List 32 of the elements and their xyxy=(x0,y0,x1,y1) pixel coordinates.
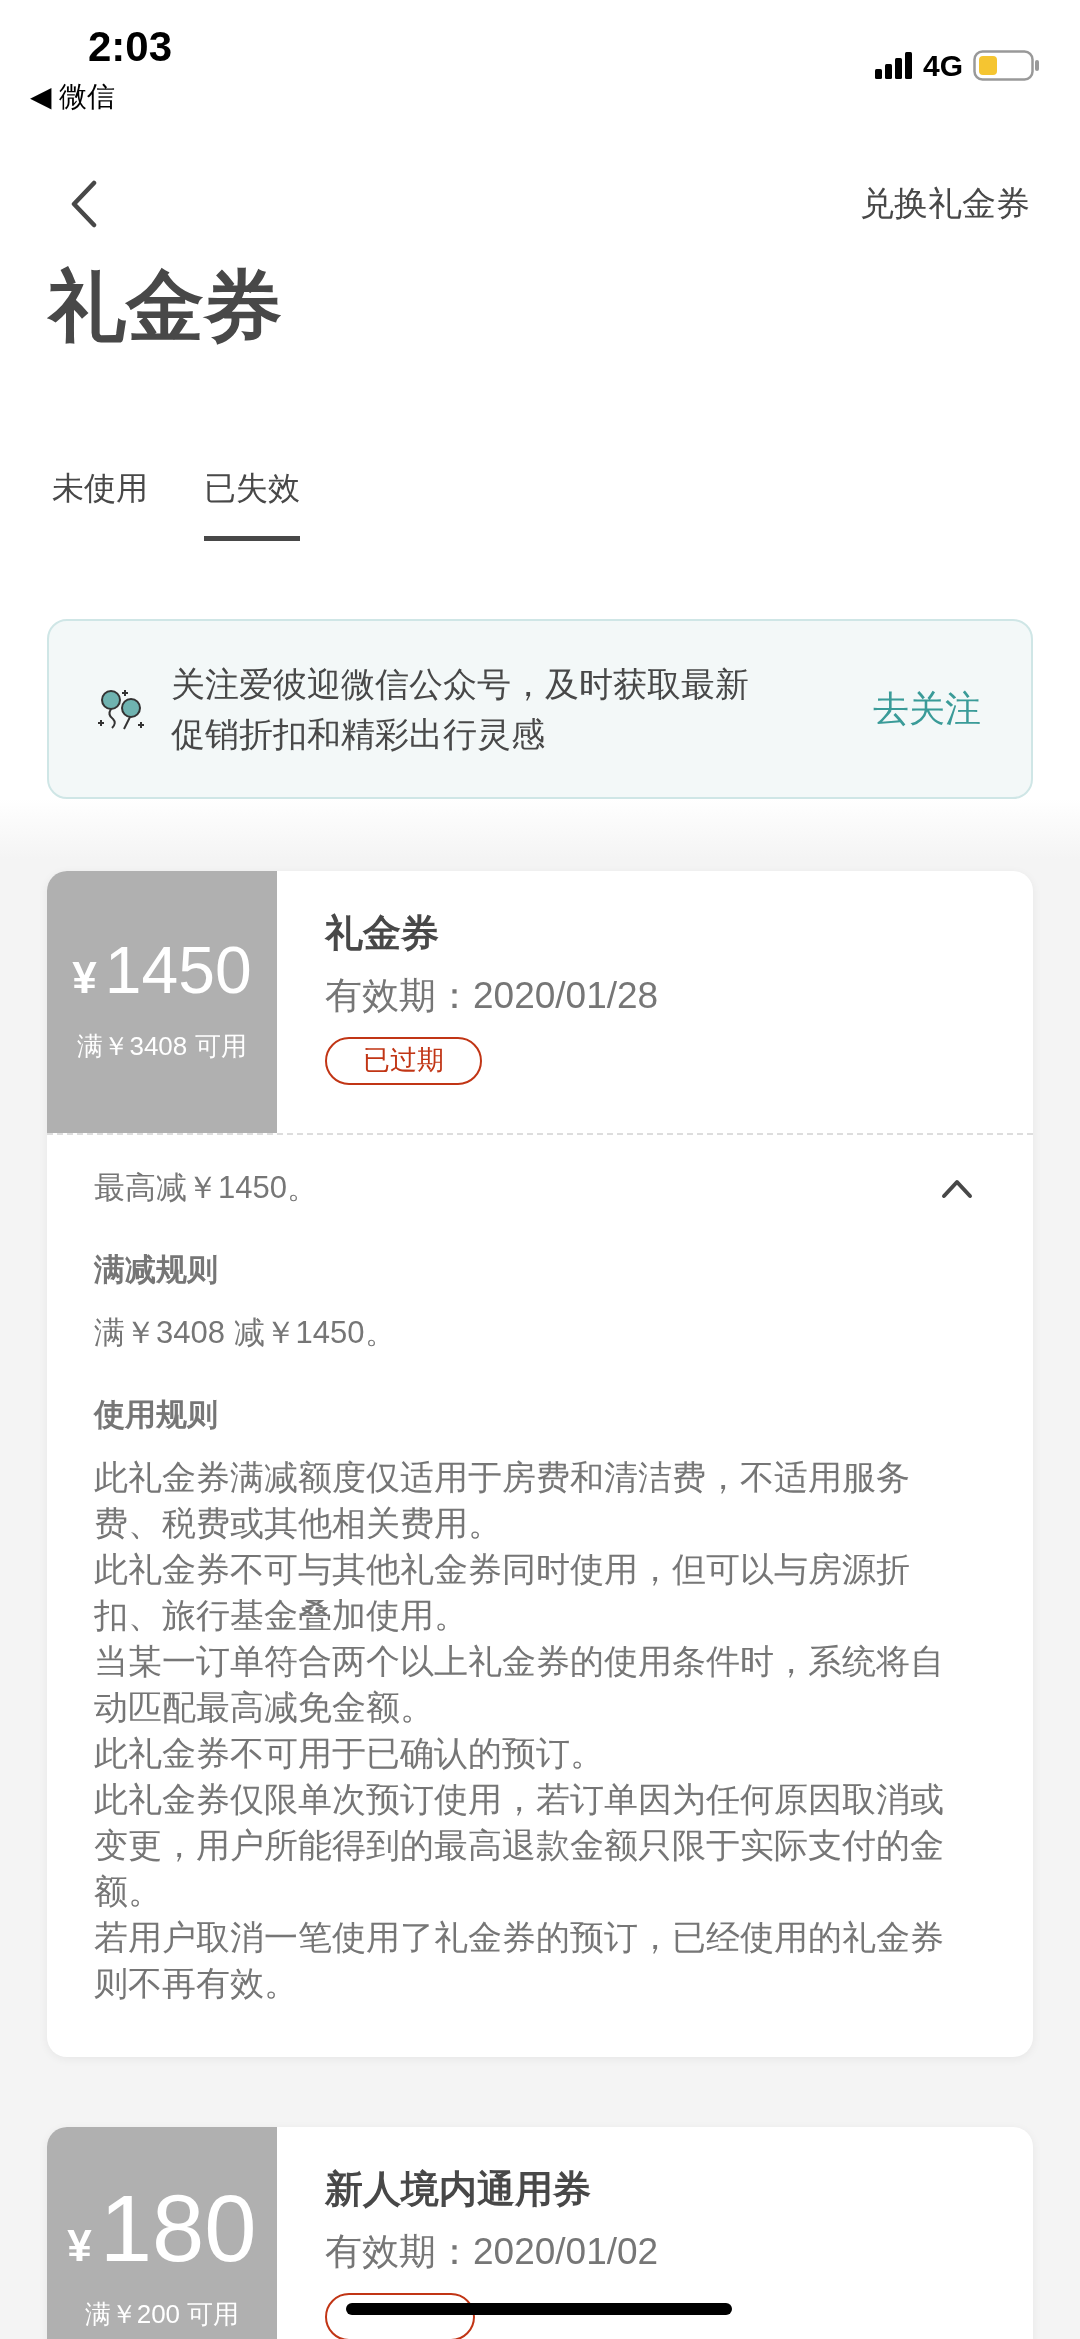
signal-icon xyxy=(874,51,913,80)
tab[interactable]: 未使用 xyxy=(52,469,148,541)
rule-paragraph: 此礼金券仅限单次预订使用，若订单因为任何原因取消或变更，用户所能得到的最高退款金额只限于实际支付的金额。 xyxy=(94,1779,945,1912)
tab[interactable]: 已失效 xyxy=(204,469,300,541)
coupon-title: 礼金券 xyxy=(325,910,440,956)
currency-symbol: ¥ xyxy=(72,952,97,1005)
rule-paragraph: 此礼金券满减额度仅适用于房费和清洁费，不适用服务费、税费或其他相关费用。 xyxy=(94,1457,911,1544)
page-title: 礼金券 xyxy=(48,263,283,350)
rule-text: 满￥3408 减￥1450。 xyxy=(94,1313,397,1352)
coupon-amount: 1450 xyxy=(104,937,252,1004)
rule-paragraph: 此礼金券不可与其他礼金券同时使用，但可以与房源折扣、旅行基金叠加使用。 xyxy=(94,1549,911,1636)
rule-paragraph: 当某一订单符合两个以上礼金券的使用条件时，系统将自动匹配最高减免金额。 xyxy=(94,1641,945,1728)
minimum-spend: 满￥200 可用 xyxy=(84,2297,240,2331)
validity-date: 有效期：2020/01/28 xyxy=(325,974,659,1019)
minimum-spend: 满￥3408 可用 xyxy=(77,1030,247,1064)
validity-date: 有效期：2020/01/02 xyxy=(325,2230,659,2275)
back-icon xyxy=(70,179,98,228)
rules-heading: 使用规则 xyxy=(94,1396,219,1435)
battery-icon xyxy=(973,50,1040,81)
currency-symbol: ¥ xyxy=(67,2219,92,2272)
status-time: 2:03 xyxy=(88,22,173,68)
network-label: 4G xyxy=(922,50,963,81)
status-tag: 已过期 xyxy=(325,1036,482,1085)
max-discount-text: 最高减￥1450。 xyxy=(94,1168,318,1207)
coupon-amount: 180 xyxy=(99,2181,257,2276)
banner-text: 关注爱彼迎微信公众号，及时获取最新促销折扣和精彩出行灵感 xyxy=(171,663,750,755)
back-to-app-link[interactable]: ◀ 微信 xyxy=(30,80,116,114)
rules-heading: 满减规则 xyxy=(94,1251,219,1290)
redeem-link[interactable]: 兑换礼金券 xyxy=(860,178,1030,230)
rule-paragraph: 此礼金券不可用于已确认的预订。 xyxy=(94,1733,605,1774)
coupon-title: 新人境内通用券 xyxy=(325,2166,592,2212)
rule-paragraph: 若用户取消一笔使用了礼金券的预订，已经使用的礼金券则不再有效。 xyxy=(94,1917,945,2004)
